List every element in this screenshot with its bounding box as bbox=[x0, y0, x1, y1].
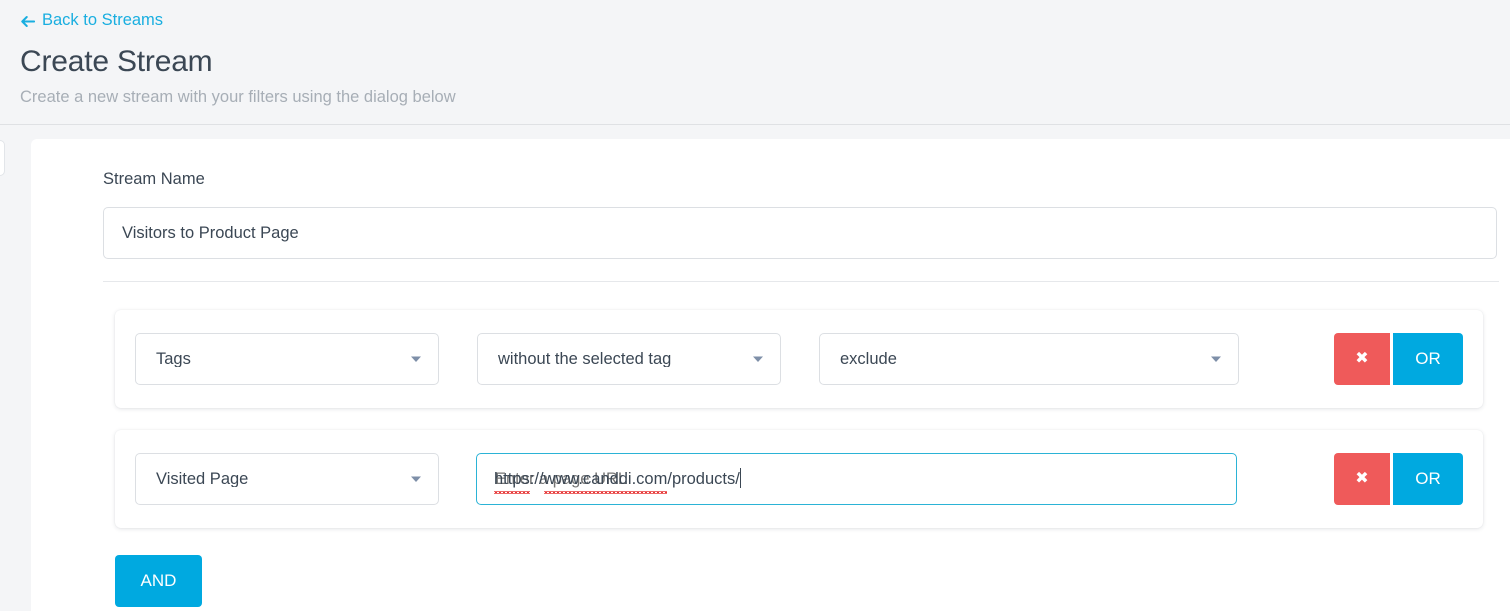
stream-name-label: Stream Name bbox=[103, 170, 205, 188]
arrow-left-icon bbox=[20, 14, 35, 29]
create-stream-page: Back to Streams Create Stream Create a n… bbox=[0, 0, 1510, 611]
page-title: Create Stream bbox=[20, 45, 213, 78]
back-to-streams-link[interactable]: Back to Streams bbox=[20, 12, 163, 29]
or-button[interactable]: OR bbox=[1393, 453, 1463, 505]
remove-filter-button[interactable]: ✖ bbox=[1334, 453, 1390, 505]
filter-field-select[interactable]: Visited Page bbox=[135, 453, 439, 505]
page-body: Stream Name Tags without the selected ta… bbox=[0, 125, 1510, 611]
back-to-streams-label: Back to Streams bbox=[42, 11, 164, 29]
filter-condition-select[interactable]: without the selected tag bbox=[477, 333, 781, 385]
create-stream-panel: Stream Name Tags without the selected ta… bbox=[31, 139, 1510, 611]
filter-field-value: Visited Page bbox=[156, 470, 249, 488]
offscreen-panel-edge bbox=[0, 140, 5, 176]
filter-condition-value: without the selected tag bbox=[498, 350, 672, 368]
page-subtitle: Create a new stream with your filters us… bbox=[20, 88, 456, 106]
chevron-down-icon bbox=[408, 351, 424, 367]
filter-row: Visited Page https://www.canddi.com/prod… bbox=[115, 430, 1483, 528]
filter-row: Tags without the selected tag exclude ✖ … bbox=[115, 310, 1483, 408]
stream-name-input[interactable] bbox=[103, 207, 1497, 259]
chevron-down-icon bbox=[408, 471, 424, 487]
and-button[interactable]: AND bbox=[115, 555, 202, 607]
filter-value-select[interactable]: exclude bbox=[819, 333, 1239, 385]
filter-value-text: exclude bbox=[840, 350, 897, 368]
filter-field-select[interactable]: Tags bbox=[135, 333, 439, 385]
chevron-down-icon bbox=[750, 351, 766, 367]
remove-filter-button[interactable]: ✖ bbox=[1334, 333, 1390, 385]
chevron-down-icon bbox=[1208, 351, 1224, 367]
filter-field-value: Tags bbox=[156, 350, 191, 368]
section-divider bbox=[103, 281, 1499, 282]
filter-url-input[interactable] bbox=[476, 453, 1237, 505]
page-header: Back to Streams Create Stream Create a n… bbox=[0, 0, 1510, 125]
or-button[interactable]: OR bbox=[1393, 333, 1463, 385]
